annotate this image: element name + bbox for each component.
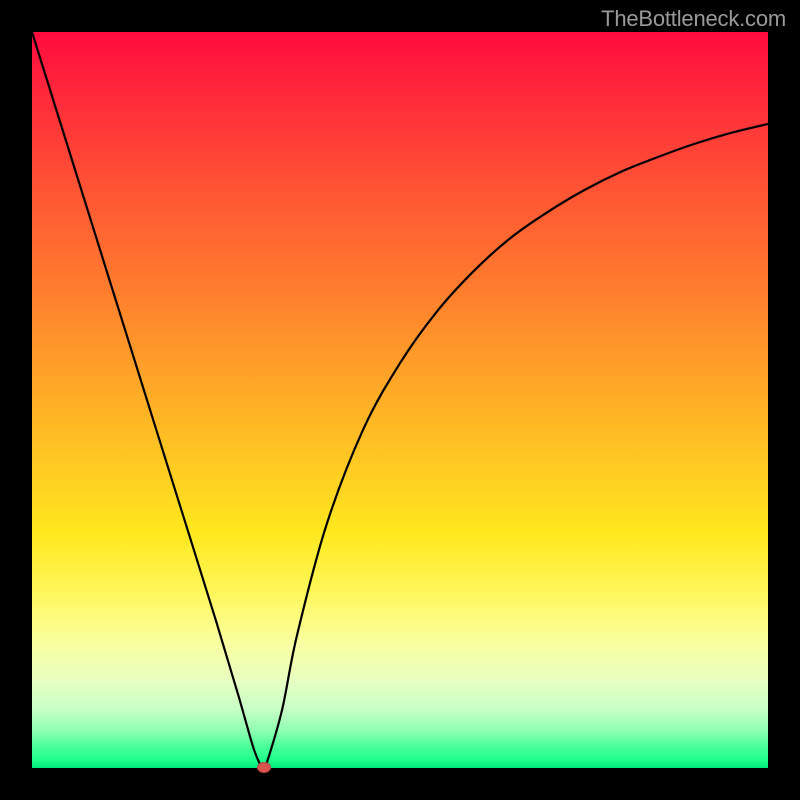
- chart-frame: TheBottleneck.com: [0, 0, 800, 800]
- minimum-marker: [257, 762, 271, 773]
- bottleneck-curve: [32, 32, 768, 768]
- watermark-text: TheBottleneck.com: [601, 6, 786, 32]
- plot-area: [32, 32, 768, 768]
